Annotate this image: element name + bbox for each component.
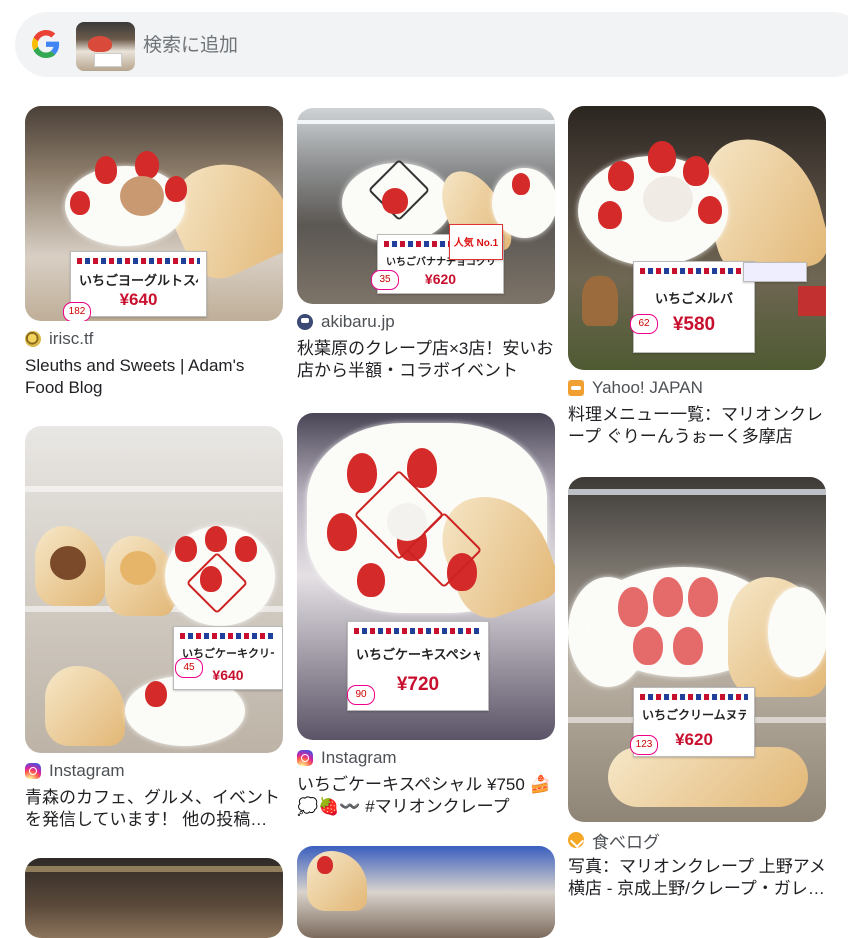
result-image[interactable]: いちごヨーグルトスペシャル ¥640 182	[25, 106, 283, 321]
result-title[interactable]: 秋葉原のクレープ店×3店！安いお店から半額・コラボイベント	[297, 338, 555, 382]
result-card[interactable]	[297, 846, 555, 938]
yahoo-favicon-icon	[568, 380, 584, 396]
thumbnail-sign	[94, 53, 122, 67]
query-image-thumbnail[interactable]	[76, 22, 135, 71]
akibaru-favicon-icon	[297, 314, 313, 330]
result-title[interactable]: 青森のカフェ、グルメ、イベントを発信しています！ 他の投稿はこちら	[25, 787, 283, 831]
side-sign	[743, 262, 807, 282]
result-title[interactable]: Sleuths and Sweets | Adam's Food Blog	[25, 355, 283, 399]
result-source[interactable]: Instagram	[25, 760, 283, 782]
result-image[interactable]: いちごケーキクリーム ¥640 45	[25, 426, 283, 753]
result-title[interactable]: いちごケーキスペシャル ¥750 🍰💭🍓〰️ #マリオンクレープ	[297, 774, 555, 818]
popular-badge: 人気 No.1	[449, 224, 503, 260]
result-source[interactable]: Yahoo! JAPAN	[568, 377, 826, 399]
result-card[interactable]: いちごクリームヌテラ ¥620 123 食べログ 写真：マリオンクレープ 上野ア…	[568, 477, 826, 900]
search-bar[interactable]	[15, 12, 848, 77]
snail-favicon-icon	[25, 331, 41, 347]
result-image[interactable]: いちごクリームヌテラ ¥620 123	[568, 477, 826, 822]
result-image[interactable]: いちごケーキスペシャル ¥720 90	[297, 413, 555, 740]
menu-sign: いちごメルバ ¥580	[633, 261, 755, 353]
result-source[interactable]: akibaru.jp	[297, 311, 555, 333]
result-card[interactable]: いちごメルバ ¥580 62 Yahoo! JAPAN 料理メニュー一覧：マリオ…	[568, 106, 826, 448]
google-logo-icon	[32, 30, 60, 58]
result-image[interactable]: いちごメルバ ¥580 62	[568, 106, 826, 370]
search-input[interactable]	[141, 32, 545, 60]
result-image[interactable]	[25, 858, 283, 938]
result-source[interactable]: Instagram	[297, 747, 555, 769]
instagram-icon	[297, 750, 313, 766]
thumbnail-strawberry	[88, 36, 112, 52]
result-card[interactable]: いちごケーキクリーム ¥640 45 Instagram 青森のカフェ、グルメ、…	[25, 426, 283, 831]
tabelog-favicon-icon	[568, 832, 585, 849]
result-image[interactable]: いちごバナナチョコクリーム ¥620 人気 No.1 35	[297, 108, 555, 304]
result-card[interactable]: いちごバナナチョコクリーム ¥620 人気 No.1 35 akibaru.jp…	[297, 108, 555, 382]
instagram-icon	[25, 763, 41, 779]
result-card[interactable]: いちごケーキスペシャル ¥720 90 Instagram いちごケーキスペシャ…	[297, 413, 555, 818]
result-source[interactable]: 食べログ	[568, 829, 826, 852]
result-title[interactable]: 料理メニュー一覧：マリオンクレープ ぐりーんうぉーく多摩店	[568, 404, 826, 448]
result-source[interactable]: irisc.tf	[25, 328, 283, 350]
result-title[interactable]: 写真：マリオンクレープ 上野アメ横店 - 京成上野/クレープ・ガレット	[568, 856, 826, 900]
result-image[interactable]	[297, 846, 555, 938]
result-card[interactable]: いちごヨーグルトスペシャル ¥640 182 irisc.tf Sleuths …	[25, 106, 283, 399]
result-card[interactable]	[25, 858, 283, 938]
menu-sign: いちごヨーグルトスペシャル ¥640	[70, 251, 207, 317]
